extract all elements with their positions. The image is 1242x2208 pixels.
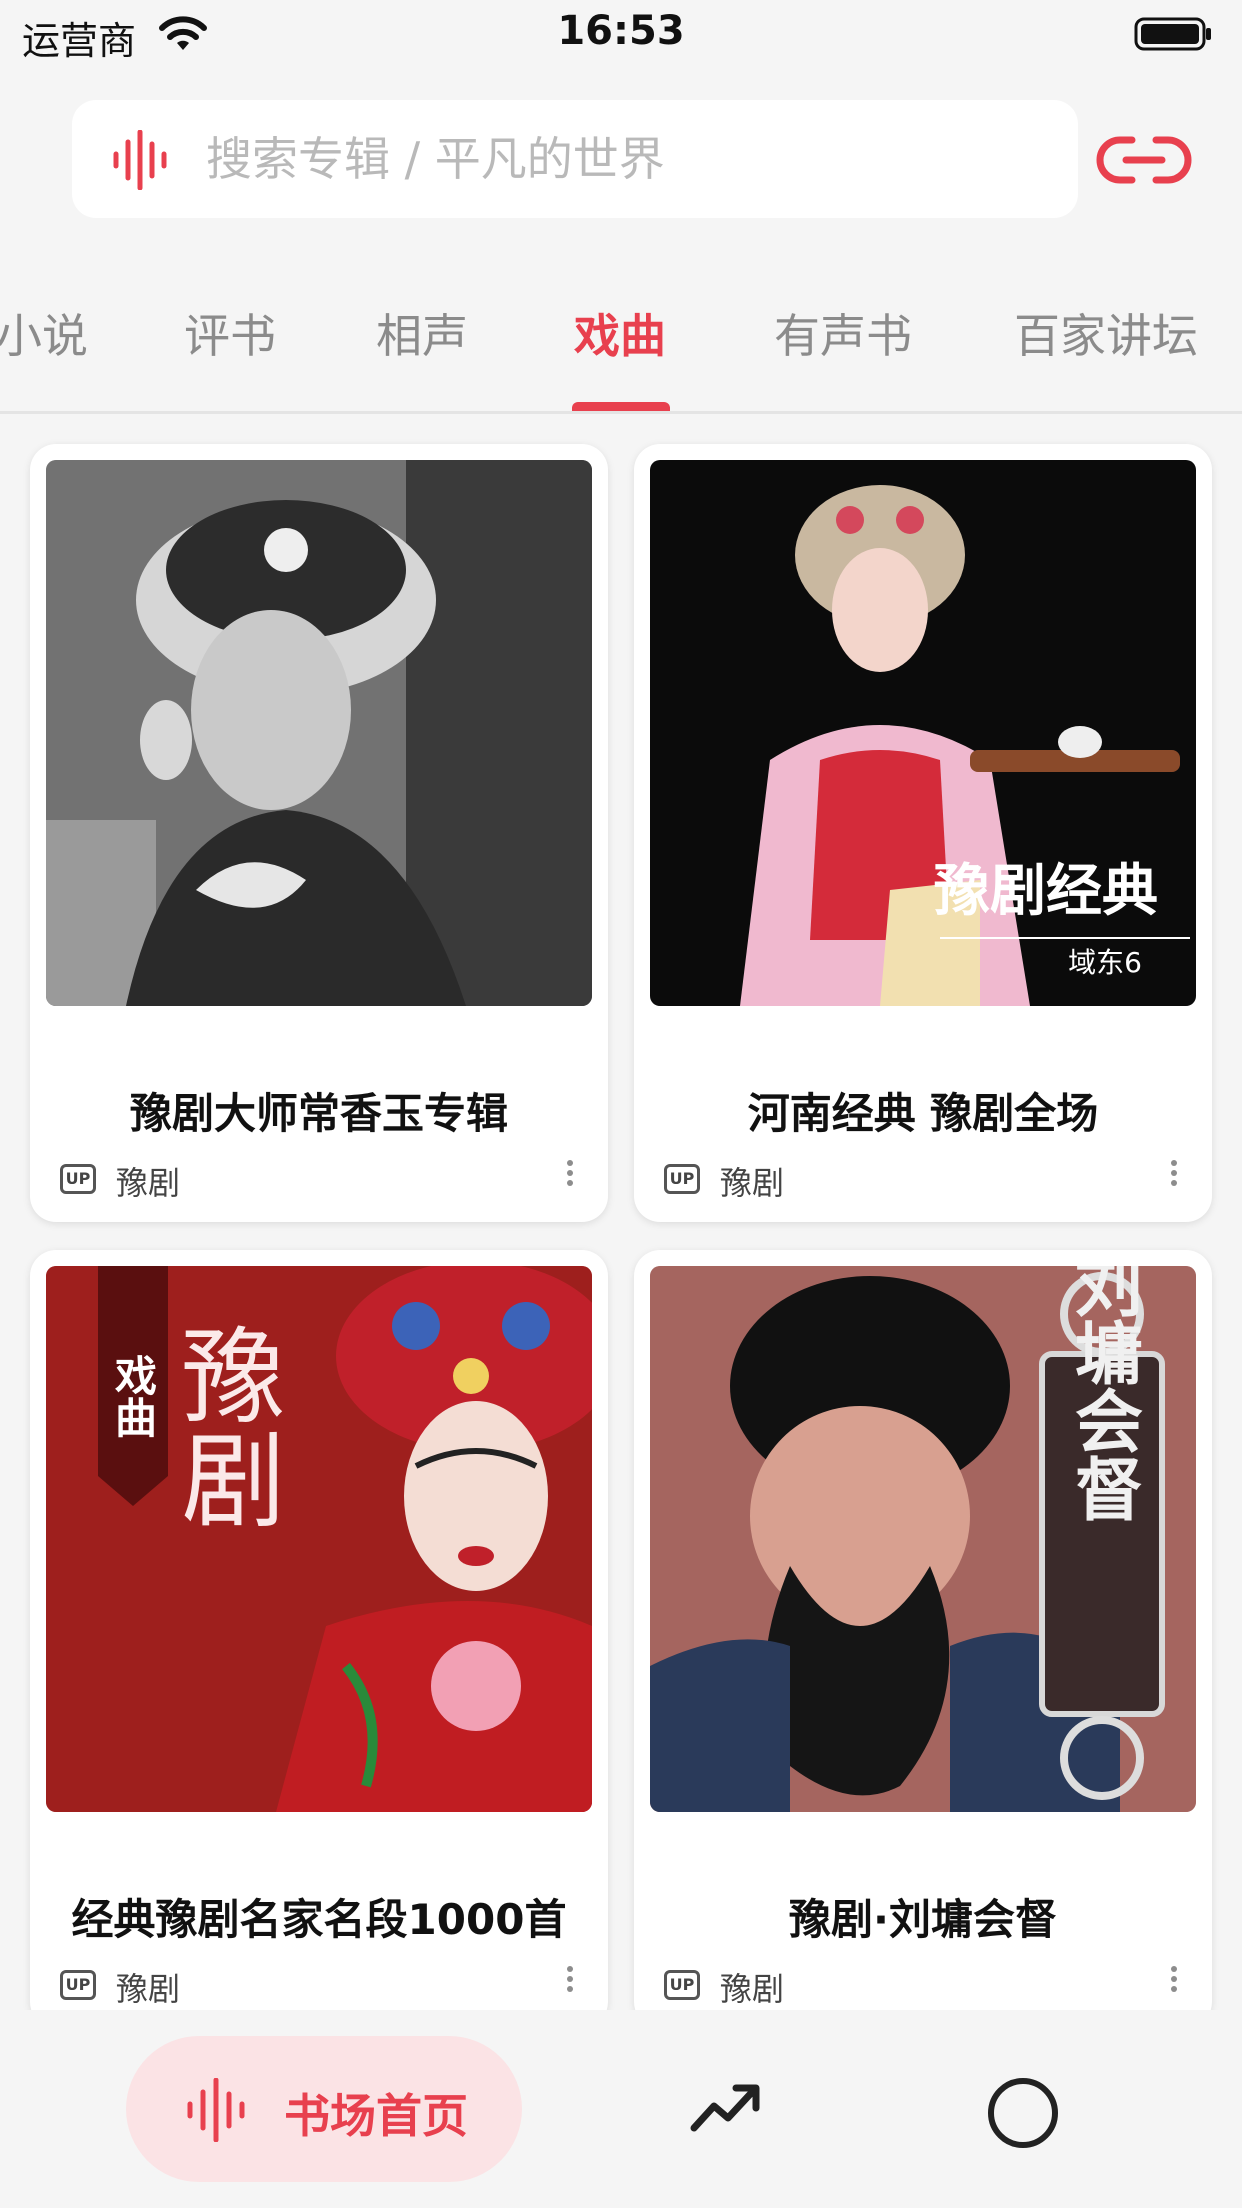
sound-wave-icon <box>187 2078 245 2142</box>
up-badge: UP <box>60 1970 96 2000</box>
more-icon[interactable] <box>558 1156 582 1196</box>
up-badge: UP <box>664 1164 700 1194</box>
album-grid: 豫剧大师常香玉专辑 UP 豫剧 豫剧经典 域东6 河南经典 豫剧全场 UP 豫剧… <box>0 414 1242 2010</box>
tab-opera[interactable]: 戏曲 <box>574 300 666 366</box>
album-category: 豫剧 <box>116 1164 181 1202</box>
trending-icon[interactable] <box>690 2078 762 2138</box>
tab-pingshu[interactable]: 评书 <box>184 300 276 366</box>
status-bar: 运营商 16:53 <box>0 0 1242 72</box>
bottom-nav: 书场首页 <box>0 2010 1242 2208</box>
album-cover[interactable]: 豫剧经典 域东6 <box>650 460 1196 1006</box>
album-title: 豫剧·刘墉会督 <box>789 1895 1057 1944</box>
home-tab-button[interactable]: 书场首页 <box>126 2036 522 2182</box>
tab-lecture-room[interactable]: 百家讲坛 <box>1014 300 1198 366</box>
cover-tag: 戏曲 <box>109 1354 158 1438</box>
album-title: 经典豫剧名家名段1000首 <box>71 1895 567 1944</box>
album-category: 豫剧 <box>116 1970 181 2008</box>
album-cover[interactable]: 刘墉会督 <box>650 1266 1196 1812</box>
cover-image-bw-portrait <box>46 460 592 1006</box>
sound-wave-icon <box>113 130 167 190</box>
category-tabs: 小说 评书 相声 戏曲 有声书 百家讲坛 <box>0 290 1242 414</box>
up-badge: UP <box>60 1164 96 1194</box>
album-card[interactable]: 豫剧大师常香玉专辑 UP 豫剧 <box>30 444 608 1222</box>
more-icon[interactable] <box>1162 1156 1186 1196</box>
album-category: 豫剧 <box>720 1164 785 1202</box>
more-icon[interactable] <box>1162 1962 1186 2002</box>
cover-subcaption: 域东6 <box>1068 946 1142 979</box>
album-cover[interactable]: 戏曲 豫剧 <box>46 1266 592 1812</box>
battery-icon <box>1134 17 1211 51</box>
cover-image-opera-performer: 豫剧经典 域东6 <box>650 460 1196 1006</box>
up-badge: UP <box>664 1970 700 2000</box>
album-title: 河南经典 豫剧全场 <box>747 1089 1099 1138</box>
tab-crosstalk[interactable]: 相声 <box>376 300 468 366</box>
cover-caption: 豫剧经典 <box>934 859 1158 924</box>
album-card[interactable]: 豫剧经典 域东6 河南经典 豫剧全场 UP 豫剧 <box>634 444 1212 1222</box>
album-category: 豫剧 <box>720 1970 785 2008</box>
cover-caption: 豫剧 <box>163 1322 285 1530</box>
cover-image-opera-bearded: 刘墉会督 <box>650 1266 1196 1812</box>
album-card[interactable]: 戏曲 豫剧 经典豫剧名家名段1000首 UP 豫剧 <box>30 1250 608 2010</box>
link-icon[interactable] <box>1096 124 1192 196</box>
cover-caption: 刘墉会督 <box>1063 1266 1143 1522</box>
more-icon[interactable] <box>558 1962 582 2002</box>
search-input[interactable] <box>206 124 1046 194</box>
search-box[interactable] <box>72 100 1078 218</box>
home-tab-label: 书场首页 <box>284 2089 468 2143</box>
album-title: 豫剧大师常香玉专辑 <box>129 1089 508 1138</box>
clock: 16:53 <box>557 8 685 54</box>
cover-image-opera-headdress: 戏曲 豫剧 <box>46 1266 592 1812</box>
album-card[interactable]: 刘墉会督 豫剧·刘墉会督 UP 豫剧 <box>634 1250 1212 2010</box>
circle-icon[interactable] <box>988 2078 1058 2148</box>
tab-audiobook[interactable]: 有声书 <box>774 300 912 366</box>
tab-novel[interactable]: 小说 <box>0 300 88 366</box>
album-cover[interactable] <box>46 460 592 1006</box>
